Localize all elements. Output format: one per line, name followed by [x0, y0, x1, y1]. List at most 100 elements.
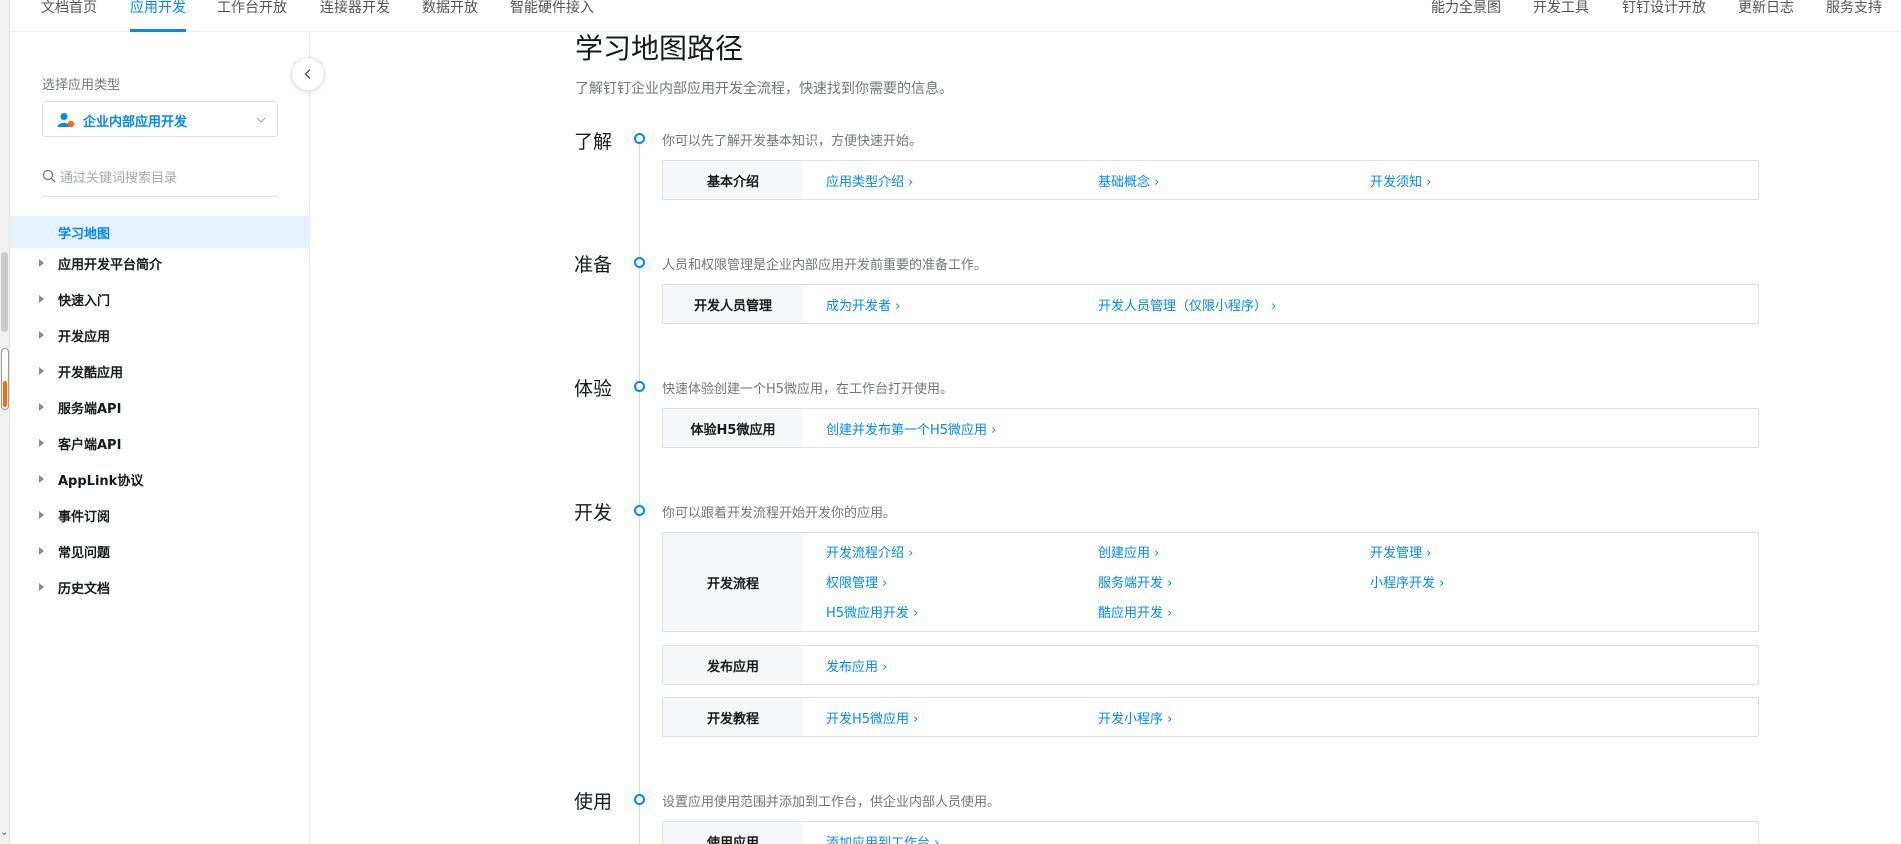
sidebar-item-learning-map[interactable]: 学习地图: [10, 216, 310, 248]
card-label: 发布应用: [663, 646, 803, 684]
card-link[interactable]: 创建应用 ›: [1098, 542, 1159, 561]
nav-support[interactable]: 服务支持: [1826, 0, 1882, 16]
card-link[interactable]: 开发H5微应用 ›: [826, 708, 918, 727]
section-desc: 你可以先了解开发基本知识，方便快速开始。: [662, 134, 923, 149]
card-link[interactable]: 开发流程介绍 ›: [826, 542, 913, 561]
sidebar-item-label: 快速入门: [58, 294, 111, 309]
page-title: 学习地图路径: [575, 32, 744, 65]
card-link[interactable]: 开发管理 ›: [1370, 542, 1431, 561]
card-link[interactable]: 发布应用 ›: [826, 656, 887, 675]
sidebar-item-platform-intro[interactable]: 应用开发平台简介: [10, 248, 310, 278]
expand-arrow-icon: [39, 439, 44, 447]
card-link[interactable]: 服务端开发 ›: [1098, 572, 1172, 591]
card-label: 体验H5微应用: [663, 409, 803, 447]
link-card: 开发流程 开发流程介绍 › 创建应用 › 开发管理 › 权限管理 › 服务端开发…: [662, 532, 1759, 632]
card-link[interactable]: 添加应用到工作台 ›: [826, 832, 939, 844]
section-desc: 你可以跟着开发流程开始开发你的应用。: [662, 506, 897, 521]
sidebar-item-server-api[interactable]: 服务端API: [10, 392, 310, 422]
timeline-dot: [634, 505, 645, 516]
sidebar-item-events[interactable]: 事件订阅: [10, 500, 310, 530]
card-link[interactable]: H5微应用开发 ›: [826, 602, 918, 621]
nav-data-open[interactable]: 数据开放: [422, 0, 478, 16]
nav-docs-home[interactable]: 文档首页: [41, 0, 97, 16]
sidebar-item-label: 开发酷应用: [58, 366, 124, 381]
window-scrollbar[interactable]: ⌄: [0, 0, 10, 844]
link-card: 开发人员管理 成为开发者 › 开发人员管理（仅限小程序） ›: [662, 284, 1759, 324]
page-subtitle: 了解钉钉企业内部应用开发全流程，快速找到你需要的信息。: [575, 81, 953, 97]
select-app-type-label: 选择应用类型: [42, 78, 121, 93]
card-label: 开发人员管理: [663, 285, 803, 323]
sidebar-item-label: 应用开发平台简介: [58, 258, 163, 273]
expand-arrow-icon: [39, 403, 44, 411]
sidebar-item-label: 事件订阅: [58, 510, 111, 525]
expand-arrow-icon: [39, 511, 44, 519]
card-link[interactable]: 酷应用开发 ›: [1098, 602, 1172, 621]
nav-dev-tools[interactable]: 开发工具: [1533, 0, 1589, 16]
chevron-down-icon: [256, 117, 266, 123]
card-link[interactable]: 开发人员管理（仅限小程序） ›: [1098, 295, 1276, 314]
section-desc: 快速体验创建一个H5微应用，在工作台打开使用。: [662, 382, 954, 397]
sidebar-item-dev-app[interactable]: 开发应用: [10, 320, 310, 350]
sidebar-item-client-api[interactable]: 客户端API: [10, 428, 310, 458]
section-desc: 人员和权限管理是企业内部应用开发前重要的准备工作。: [662, 258, 988, 273]
sidebar-collapse-button[interactable]: [291, 57, 325, 91]
card-link[interactable]: 开发须知 ›: [1370, 171, 1431, 190]
sidebar-item-label: AppLink协议: [58, 474, 144, 489]
card-link[interactable]: 创建并发布第一个H5微应用 ›: [826, 419, 996, 438]
expand-arrow-icon: [39, 583, 44, 591]
expand-arrow-icon: [39, 295, 44, 303]
nav-app-dev[interactable]: 应用开发: [130, 0, 186, 16]
link-card: 基本介绍 应用类型介绍 › 基础概念 › 开发须知 ›: [662, 160, 1759, 200]
card-link[interactable]: 基础概念 ›: [1098, 171, 1159, 190]
nav-smart-hardware[interactable]: 智能硬件接入: [510, 0, 594, 16]
sidebar-item-label: 历史文档: [58, 582, 111, 597]
card-link[interactable]: 应用类型介绍 ›: [826, 171, 913, 190]
timeline-line: [639, 138, 640, 844]
card-link[interactable]: 权限管理 ›: [826, 572, 887, 591]
nav-workbench[interactable]: 工作台开放: [217, 0, 287, 16]
search-input[interactable]: [60, 165, 270, 191]
sidebar-item-history[interactable]: 历史文档: [10, 572, 310, 602]
section-title: 开发: [574, 502, 613, 524]
expand-arrow-icon: [39, 475, 44, 483]
card-label: 开发教程: [663, 698, 803, 736]
card-link[interactable]: 成为开发者 ›: [826, 295, 900, 314]
timeline-dot: [634, 381, 645, 392]
app-type-select[interactable]: 企业内部应用开发: [42, 101, 278, 137]
link-card: 使用应用 添加应用到工作台 ›: [662, 821, 1759, 844]
link-card: 体验H5微应用 创建并发布第一个H5微应用 ›: [662, 408, 1759, 448]
sidebar-item-cool-app[interactable]: 开发酷应用: [10, 356, 310, 386]
app-window: ⌄ 文档首页 应用开发 工作台开放 连接器开发 数据开放 智能硬件接入 能力全景…: [0, 0, 1901, 844]
link-card: 发布应用 发布应用 ›: [662, 645, 1759, 685]
catalog-search[interactable]: [42, 165, 278, 197]
chevron-left-icon: [304, 69, 311, 79]
section-desc: 设置应用使用范围并添加到工作台，供企业内部人员使用。: [662, 795, 1001, 810]
sidebar-item-applink[interactable]: AppLink协议: [10, 464, 310, 494]
link-card: 开发教程 开发H5微应用 › 开发小程序 ›: [662, 697, 1759, 737]
scroll-corner-icon: ⌄: [0, 827, 9, 838]
card-label: 使用应用: [663, 822, 803, 844]
scroll-indicator[interactable]: [1, 348, 9, 410]
section-title: 体验: [574, 378, 613, 400]
nav-capability-map[interactable]: 能力全景图: [1431, 0, 1501, 16]
top-nav: 文档首页 应用开发 工作台开放 连接器开发 数据开放 智能硬件接入 能力全景图 …: [10, 0, 1901, 32]
sidebar-item-label: 开发应用: [58, 330, 111, 345]
sidebar-item-quick-start[interactable]: 快速入门: [10, 284, 310, 314]
timeline-dot: [634, 257, 645, 268]
timeline-dot: [634, 133, 645, 144]
sidebar-item-label: 服务端API: [58, 402, 122, 417]
section-title: 准备: [574, 254, 613, 276]
app-type-value: 企业内部应用开发: [83, 115, 188, 130]
section-title: 了解: [574, 131, 613, 153]
nav-design[interactable]: 钉钉设计开放: [1622, 0, 1706, 16]
expand-arrow-icon: [39, 547, 44, 555]
scrollbar-thumb[interactable]: [1, 252, 8, 332]
nav-connector[interactable]: 连接器开发: [320, 0, 390, 16]
main-content: 学习地图路径 了解钉钉企业内部应用开发全流程，快速找到你需要的信息。 了解 你可…: [311, 32, 1901, 844]
timeline-dot: [634, 794, 645, 805]
sidebar-item-label: 客户端API: [58, 438, 122, 453]
sidebar-item-faq[interactable]: 常见问题: [10, 536, 310, 566]
nav-changelog[interactable]: 更新日志: [1738, 0, 1794, 16]
card-link[interactable]: 小程序开发 ›: [1370, 572, 1444, 591]
card-link[interactable]: 开发小程序 ›: [1098, 708, 1172, 727]
